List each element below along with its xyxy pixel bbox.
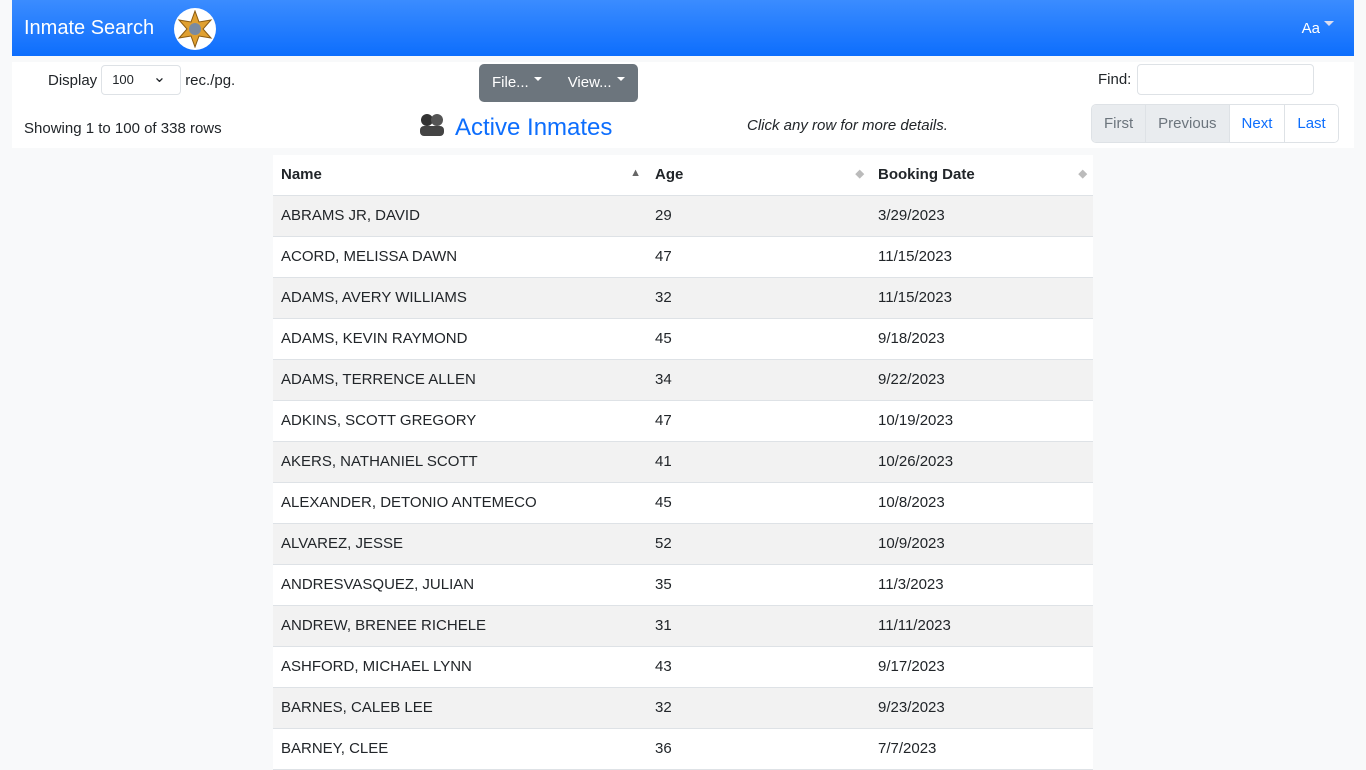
header-label: Name xyxy=(281,166,322,184)
table-row[interactable]: AKERS, NATHANIEL SCOTT 41 10/26/2023 xyxy=(273,441,1093,483)
table-row[interactable]: ADAMS, KEVIN RAYMOND 45 9/18/2023 xyxy=(273,318,1093,360)
column-header-age[interactable]: Age ◆ xyxy=(647,155,870,196)
column-header-name[interactable]: Name ▲ xyxy=(273,155,647,196)
inmates-table: Name ▲ Age ◆ Booking Date ◆ ABRAMS JR, DAVI… xyxy=(273,155,1093,770)
cell-age: 43 xyxy=(647,646,870,688)
brand-title[interactable]: Inmate Search xyxy=(24,17,154,40)
table-row[interactable]: BARNES, CALEB LEE 32 9/23/2023 xyxy=(273,687,1093,729)
file-menu-button[interactable]: File... xyxy=(479,64,555,102)
row-count-text: Showing 1 to 100 of 338 rows xyxy=(24,120,222,137)
pagination: First Previous Next Last xyxy=(1091,104,1339,143)
cell-booking-date: 10/8/2023 xyxy=(870,482,1093,524)
cell-age: 35 xyxy=(647,564,870,606)
header-label: Age xyxy=(655,166,684,184)
cell-name: ANDRESVASQUEZ, JULIAN xyxy=(273,564,647,606)
per-page-select[interactable]: 100 xyxy=(101,65,182,95)
cell-age: 32 xyxy=(647,687,870,729)
cell-booking-date: 10/26/2023 xyxy=(870,441,1093,483)
table-row[interactable]: ALVAREZ, JESSE 52 10/9/2023 xyxy=(273,523,1093,565)
cell-name: ADAMS, AVERY WILLIAMS xyxy=(273,277,647,319)
font-size-menu[interactable]: Aa xyxy=(1302,20,1334,37)
page-last[interactable]: Last xyxy=(1284,105,1338,142)
sort-icon: ◆ xyxy=(1078,168,1087,180)
table-row[interactable]: ABRAMS JR, DAVID 29 3/29/2023 xyxy=(273,195,1093,237)
cell-name: ALVAREZ, JESSE xyxy=(273,523,647,565)
sort-icon: ◆ xyxy=(855,168,864,180)
cell-booking-date: 11/15/2023 xyxy=(870,236,1093,278)
cell-age: 31 xyxy=(647,605,870,647)
page-first[interactable]: First xyxy=(1092,105,1146,142)
table-row[interactable]: ADAMS, AVERY WILLIAMS 32 11/15/2023 xyxy=(273,277,1093,319)
menu-button-group: File... View... xyxy=(479,64,638,102)
cell-name: ASHFORD, MICHAEL LYNN xyxy=(273,646,647,688)
sort-asc-icon: ▲ xyxy=(630,167,641,179)
page-next[interactable]: Next xyxy=(1228,105,1285,142)
cell-age: 47 xyxy=(647,400,870,442)
cell-age: 34 xyxy=(647,359,870,401)
table-row[interactable]: ADKINS, SCOTT GREGORY 47 10/19/2023 xyxy=(273,400,1093,442)
cell-name: ADAMS, TERRENCE ALLEN xyxy=(273,359,647,401)
display-label: Display xyxy=(48,71,98,89)
table-row[interactable]: ACORD, MELISSA DAWN 47 11/15/2023 xyxy=(273,236,1093,278)
header-label: Booking Date xyxy=(878,166,975,184)
hint-text: Click any row for more details. xyxy=(747,117,948,134)
navbar: Inmate Search Aa xyxy=(12,0,1354,56)
page-previous[interactable]: Previous xyxy=(1145,105,1229,142)
cell-booking-date: 9/22/2023 xyxy=(870,359,1093,401)
sheriff-badge-logo xyxy=(174,8,216,50)
cell-age: 45 xyxy=(647,318,870,360)
cell-booking-date: 10/19/2023 xyxy=(870,400,1093,442)
table-row[interactable]: ALEXANDER, DETONIO ANTEMECO 45 10/8/2023 xyxy=(273,482,1093,524)
cell-age: 29 xyxy=(647,195,870,237)
cell-name: ADKINS, SCOTT GREGORY xyxy=(273,400,647,442)
people-icon xyxy=(417,112,447,143)
cell-booking-date: 11/15/2023 xyxy=(870,277,1093,319)
cell-booking-date: 10/9/2023 xyxy=(870,523,1093,565)
cell-booking-date: 9/17/2023 xyxy=(870,646,1093,688)
cell-age: 45 xyxy=(647,482,870,524)
table-row[interactable]: BARNEY, CLEE 36 7/7/2023 xyxy=(273,728,1093,770)
cell-age: 32 xyxy=(647,277,870,319)
cell-name: ACORD, MELISSA DAWN xyxy=(273,236,647,278)
toolbar-panel: Display 100 rec./pg. File... View... Fin… xyxy=(12,62,1354,148)
cell-age: 52 xyxy=(647,523,870,565)
cell-booking-date: 11/11/2023 xyxy=(870,605,1093,647)
cell-age: 36 xyxy=(647,728,870,770)
cell-booking-date: 7/7/2023 xyxy=(870,728,1093,770)
cell-name: ANDREW, BRENEE RICHELE xyxy=(273,605,647,647)
cell-name: BARNES, CALEB LEE xyxy=(273,687,647,729)
cell-booking-date: 9/23/2023 xyxy=(870,687,1093,729)
table-row[interactable]: ANDREW, BRENEE RICHELE 31 11/11/2023 xyxy=(273,605,1093,647)
per-page-suffix: rec./pg. xyxy=(185,71,236,89)
view-menu-button[interactable]: View... xyxy=(555,64,638,102)
cell-name: ALEXANDER, DETONIO ANTEMECO xyxy=(273,482,647,524)
cell-booking-date: 3/29/2023 xyxy=(870,195,1093,237)
table-row[interactable]: ANDRESVASQUEZ, JULIAN 35 11/3/2023 xyxy=(273,564,1093,606)
table-row[interactable]: ADAMS, TERRENCE ALLEN 34 9/22/2023 xyxy=(273,359,1093,401)
cell-name: ADAMS, KEVIN RAYMOND xyxy=(273,318,647,360)
cell-name: ABRAMS JR, DAVID xyxy=(273,195,647,237)
page-title: Active Inmates xyxy=(455,113,613,141)
column-header-booking-date[interactable]: Booking Date ◆ xyxy=(870,155,1093,196)
cell-age: 47 xyxy=(647,236,870,278)
find-input[interactable] xyxy=(1137,64,1315,95)
cell-age: 41 xyxy=(647,441,870,483)
cell-name: AKERS, NATHANIEL SCOTT xyxy=(273,441,647,483)
cell-booking-date: 9/18/2023 xyxy=(870,318,1093,360)
cell-booking-date: 11/3/2023 xyxy=(870,564,1093,606)
find-label: Find: xyxy=(1098,71,1132,88)
cell-name: BARNEY, CLEE xyxy=(273,728,647,770)
table-row[interactable]: ASHFORD, MICHAEL LYNN 43 9/17/2023 xyxy=(273,646,1093,688)
